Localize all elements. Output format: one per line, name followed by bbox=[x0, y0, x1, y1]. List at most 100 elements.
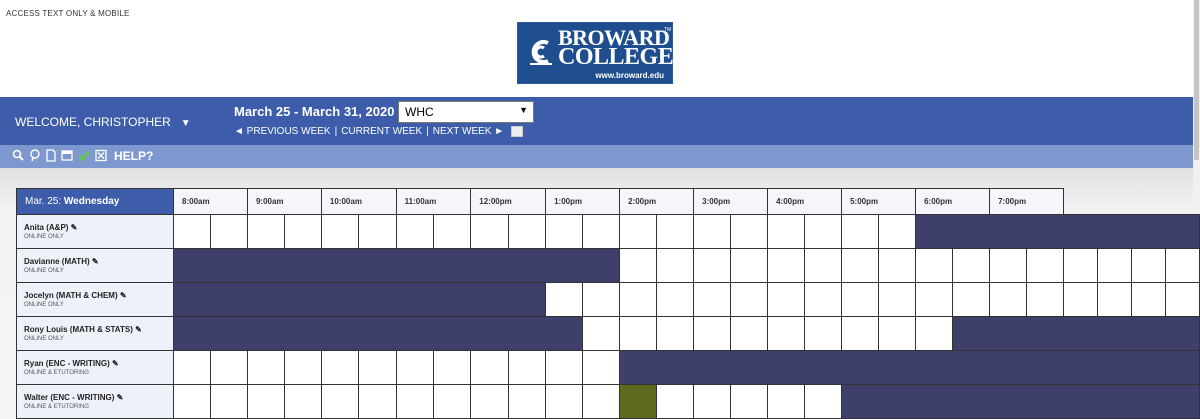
edit-pencil-icon[interactable]: ✎ bbox=[68, 223, 78, 232]
document-icon[interactable] bbox=[45, 149, 57, 162]
open-slot[interactable] bbox=[952, 282, 991, 317]
open-slot[interactable] bbox=[989, 248, 1028, 283]
tutor-name[interactable]: Rony Louis (MATH & STATS) ✎ bbox=[24, 324, 173, 335]
open-slot[interactable] bbox=[878, 214, 917, 249]
open-slot[interactable] bbox=[989, 282, 1028, 317]
open-slot[interactable] bbox=[582, 214, 621, 249]
open-slot[interactable] bbox=[283, 384, 322, 419]
open-slot[interactable] bbox=[173, 214, 211, 249]
location-select[interactable]: WHC ▼ bbox=[398, 101, 534, 123]
scrollbar-thumb[interactable] bbox=[1194, 0, 1199, 160]
open-slot[interactable] bbox=[841, 214, 880, 249]
open-slot[interactable] bbox=[619, 248, 658, 283]
open-slot[interactable] bbox=[767, 384, 806, 419]
open-slot[interactable] bbox=[804, 384, 843, 419]
open-slot[interactable] bbox=[767, 248, 806, 283]
open-slot[interactable] bbox=[320, 384, 360, 419]
open-slot[interactable] bbox=[1130, 248, 1166, 283]
calendar-icon[interactable] bbox=[510, 126, 523, 137]
open-slot[interactable] bbox=[804, 248, 843, 283]
open-slot[interactable] bbox=[1063, 282, 1098, 317]
search-icon[interactable] bbox=[12, 149, 24, 162]
next-week-link[interactable]: NEXT WEEK ► bbox=[433, 126, 504, 137]
booked-slot[interactable] bbox=[619, 384, 658, 419]
open-slot[interactable] bbox=[283, 214, 322, 249]
access-text-only-link[interactable]: ACCESS TEXT ONLY & MOBILE bbox=[6, 9, 130, 18]
open-slot[interactable] bbox=[395, 350, 434, 385]
broward-college-logo[interactable]: BROWARD TM COLLEGE www.broward.edu bbox=[517, 22, 674, 84]
open-slot[interactable] bbox=[470, 350, 509, 385]
current-week-link[interactable]: CURRENT WEEK bbox=[341, 126, 422, 137]
open-slot[interactable] bbox=[656, 282, 695, 317]
open-slot[interactable] bbox=[470, 384, 509, 419]
open-slot[interactable] bbox=[656, 214, 695, 249]
open-slot[interactable] bbox=[545, 350, 584, 385]
profile-icon[interactable] bbox=[29, 149, 41, 162]
user-menu-caret-icon[interactable]: ▼ bbox=[181, 118, 191, 129]
tutor-cell[interactable]: Walter (ENC - WRITING) ✎ ONLINE & ETUTORI… bbox=[15, 384, 175, 419]
close-box-icon[interactable] bbox=[95, 149, 107, 162]
open-slot[interactable] bbox=[246, 214, 285, 249]
tutor-name[interactable]: Anita (A&P) ✎ bbox=[24, 222, 173, 233]
open-slot[interactable] bbox=[1063, 248, 1098, 283]
window-icon[interactable] bbox=[61, 149, 73, 162]
open-slot[interactable] bbox=[693, 248, 732, 283]
open-slot[interactable] bbox=[320, 214, 360, 249]
open-slot[interactable] bbox=[767, 316, 806, 351]
open-slot[interactable] bbox=[582, 316, 621, 351]
open-slot[interactable] bbox=[915, 316, 954, 351]
open-slot[interactable] bbox=[283, 350, 322, 385]
open-slot[interactable] bbox=[246, 384, 285, 419]
open-slot[interactable] bbox=[619, 282, 658, 317]
open-slot[interactable] bbox=[432, 384, 472, 419]
open-slot[interactable] bbox=[619, 316, 658, 351]
open-slot[interactable] bbox=[915, 248, 954, 283]
user-menu[interactable]: WELCOME, CHRISTOPHER ▼ bbox=[15, 115, 191, 129]
open-slot[interactable] bbox=[730, 384, 769, 419]
open-slot[interactable] bbox=[210, 384, 248, 419]
open-slot[interactable] bbox=[1164, 248, 1200, 283]
open-slot[interactable] bbox=[545, 282, 584, 317]
open-slot[interactable] bbox=[730, 316, 769, 351]
open-slot[interactable] bbox=[246, 350, 285, 385]
open-slot[interactable] bbox=[693, 316, 732, 351]
tutor-cell[interactable]: Ryan (ENC - WRITING) ✎ ONLINE & ETUTORING bbox=[15, 350, 175, 385]
open-slot[interactable] bbox=[210, 350, 248, 385]
tutor-cell[interactable]: Rony Louis (MATH & STATS) ✎ ONLINE ONLY bbox=[15, 316, 175, 351]
edit-pencil-icon[interactable]: ✎ bbox=[118, 291, 127, 300]
open-slot[interactable] bbox=[693, 384, 732, 419]
help-link[interactable]: HELP? bbox=[114, 149, 153, 163]
open-slot[interactable] bbox=[1097, 282, 1132, 317]
open-slot[interactable] bbox=[915, 282, 954, 317]
open-slot[interactable] bbox=[1097, 248, 1132, 283]
open-slot[interactable] bbox=[432, 214, 472, 249]
tutor-name[interactable]: Davianne (MATH) ✎ bbox=[24, 256, 173, 267]
open-slot[interactable] bbox=[173, 350, 211, 385]
open-slot[interactable] bbox=[1026, 282, 1065, 317]
open-slot[interactable] bbox=[841, 248, 880, 283]
open-slot[interactable] bbox=[395, 214, 434, 249]
open-slot[interactable] bbox=[507, 350, 547, 385]
edit-pencil-icon[interactable]: ✎ bbox=[133, 325, 142, 334]
open-slot[interactable] bbox=[582, 282, 621, 317]
open-slot[interactable] bbox=[841, 282, 880, 317]
tutor-cell[interactable]: Jocelyn (MATH & CHEM) ✎ ONLINE ONLY bbox=[15, 282, 175, 317]
open-slot[interactable] bbox=[878, 248, 917, 283]
open-slot[interactable] bbox=[470, 214, 509, 249]
tutor-name[interactable]: Ryan (ENC - WRITING) ✎ bbox=[24, 358, 173, 369]
open-slot[interactable] bbox=[173, 384, 211, 419]
open-slot[interactable] bbox=[804, 316, 843, 351]
tutor-name[interactable]: Jocelyn (MATH & CHEM) ✎ bbox=[24, 290, 173, 301]
edit-pencil-icon[interactable]: ✎ bbox=[114, 393, 124, 402]
open-slot[interactable] bbox=[1130, 282, 1166, 317]
open-slot[interactable] bbox=[545, 384, 584, 419]
tutor-name[interactable]: Walter (ENC - WRITING) ✎ bbox=[24, 392, 173, 403]
open-slot[interactable] bbox=[952, 248, 991, 283]
open-slot[interactable] bbox=[878, 316, 917, 351]
open-slot[interactable] bbox=[656, 384, 695, 419]
open-slot[interactable] bbox=[1026, 248, 1065, 283]
open-slot[interactable] bbox=[841, 316, 880, 351]
open-slot[interactable] bbox=[693, 214, 732, 249]
open-slot[interactable] bbox=[730, 214, 769, 249]
open-slot[interactable] bbox=[320, 350, 360, 385]
